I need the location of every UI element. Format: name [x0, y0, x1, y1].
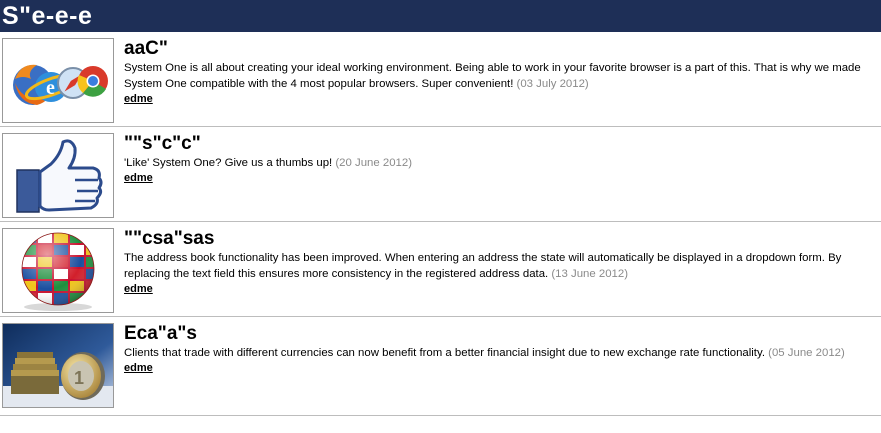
news-date: (13 June 2012): [551, 268, 629, 280]
browsers-icon: e: [3, 39, 113, 122]
news-body: 'Like' System One? Give us a thumbs up! …: [124, 155, 881, 185]
news-text: 'Like' System One? Give us a thumbs up!: [124, 157, 333, 169]
news-title: Eca"a"s: [124, 323, 197, 344]
svg-text:e: e: [46, 77, 55, 99]
news-text: Clients that trade with different curren…: [124, 347, 765, 359]
news-date: (05 June 2012): [768, 347, 845, 359]
news-title: ""csa"sas: [124, 228, 215, 249]
news-list: e aaC" System One is all about creating …: [0, 32, 881, 416]
news-thumbnail[interactable]: 1: [2, 323, 114, 408]
thumbs-up-icon: [3, 134, 113, 217]
svg-text:1: 1: [74, 368, 84, 388]
news-thumbnail[interactable]: [2, 133, 114, 218]
news-text: System One is all about creating your id…: [124, 62, 861, 90]
news-title: aaC": [124, 38, 168, 59]
news-item: ""s"c"c" 'Like' System One? Give us a th…: [0, 127, 881, 222]
flag-globe-icon: [3, 229, 113, 312]
news-item: 1 Eca"a"s Clients that trade with differ…: [0, 317, 881, 416]
news-item: e aaC" System One is all about creating …: [0, 32, 881, 127]
euro-coins-icon: 1: [3, 324, 113, 407]
page-title: S"e-e-e: [2, 2, 93, 30]
read-more-link[interactable]: edme: [124, 171, 881, 185]
news-body: Clients that trade with different curren…: [124, 345, 881, 375]
news-date: (20 June 2012): [335, 157, 413, 169]
news-thumbnail[interactable]: e: [2, 38, 114, 123]
news-body: The address book functionality has been …: [124, 250, 881, 296]
news-thumbnail[interactable]: [2, 228, 114, 313]
news-title: ""s"c"c": [124, 133, 201, 154]
news-item: ""csa"sas The address book functionality…: [0, 222, 881, 317]
read-more-link[interactable]: edme: [124, 282, 881, 296]
read-more-link[interactable]: edme: [124, 92, 881, 106]
page-header: S"e-e-e: [0, 0, 881, 32]
read-more-link[interactable]: edme: [124, 361, 881, 375]
news-text: The address book functionality has been …: [124, 252, 842, 280]
news-date: (03 July 2012): [516, 78, 589, 90]
news-body: System One is all about creating your id…: [124, 60, 881, 106]
